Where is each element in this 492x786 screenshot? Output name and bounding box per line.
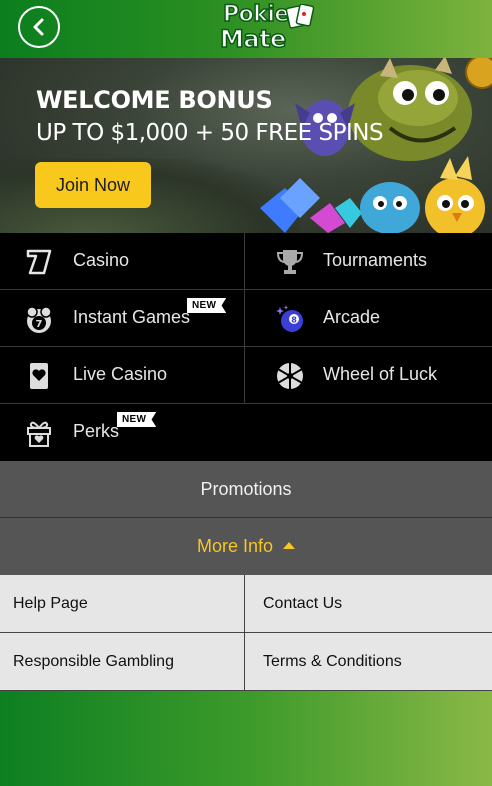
menu-item-casino[interactable]: Casino — [0, 233, 244, 290]
menu-item-perks[interactable]: Perks NEW — [0, 404, 244, 461]
menu-item-arcade[interactable]: 8 Arcade — [245, 290, 492, 347]
game-category-menu: Casino Tournaments 7 Instant Games NEW 8 — [0, 233, 492, 461]
terms-conditions-link[interactable]: Terms & Conditions — [250, 633, 492, 690]
menu-divider — [0, 289, 492, 290]
cards-logo-icon — [285, 4, 315, 29]
link-label: Help Page — [13, 594, 88, 612]
menu-item-tournaments[interactable]: Tournaments — [245, 233, 492, 290]
menu-item-instant-games[interactable]: 7 Instant Games NEW — [0, 290, 244, 347]
more-info-links: Help Page Contact Us Responsible Gamblin… — [0, 575, 492, 691]
eight-ball-icon: 8 — [276, 305, 303, 332]
top-bar: Pokie Mate — [0, 0, 492, 58]
lottery-ball-icon: 7 — [26, 306, 52, 333]
menu-divider — [0, 403, 492, 404]
more-info-toggle[interactable]: More Info — [0, 518, 492, 575]
menu-item-label: Wheel of Luck — [323, 364, 438, 384]
responsible-gambling-link[interactable]: Responsible Gambling — [0, 633, 244, 690]
logo-line2: Mate — [219, 25, 287, 53]
banner-subtitle: UP TO $1,000 + 50 FREE SPINS — [36, 120, 384, 146]
menu-item-label: Arcade — [323, 307, 381, 327]
join-now-button[interactable]: Join Now — [35, 162, 151, 208]
slot-seven-icon — [26, 249, 52, 275]
link-label: Responsible Gambling — [13, 652, 174, 670]
more-info-label: More Info — [196, 536, 274, 556]
menu-item-label: Tournaments — [323, 250, 428, 270]
menu-divider — [244, 233, 245, 403]
menu-item-label: Instant Games — [73, 307, 191, 327]
chevron-left-icon — [33, 18, 44, 36]
new-badge: NEW — [187, 298, 227, 313]
menu-divider — [0, 346, 492, 347]
pokiemate-logo[interactable]: Pokie Mate — [219, 2, 320, 54]
svg-text:7: 7 — [36, 319, 43, 330]
new-badge: NEW — [117, 412, 157, 427]
promotions-label: Promotions — [200, 478, 292, 499]
playing-card-icon — [30, 363, 48, 389]
footer-background — [0, 691, 492, 786]
banner-title: WELCOME BONUS — [36, 86, 273, 114]
link-label: Terms & Conditions — [263, 652, 402, 670]
help-page-link[interactable]: Help Page — [0, 575, 244, 632]
menu-item-live-casino[interactable]: Live Casino — [0, 347, 244, 404]
link-label: Contact Us — [263, 594, 343, 612]
gift-icon — [27, 421, 51, 447]
links-divider — [0, 632, 492, 633]
trophy-icon — [276, 250, 304, 274]
back-button[interactable] — [18, 6, 60, 48]
menu-item-wheel-of-luck[interactable]: Wheel of Luck — [245, 347, 492, 404]
welcome-bonus-banner[interactable]: WELCOME BONUS UP TO $1,000 + 50 FREE SPI… — [0, 58, 492, 233]
promotions-button[interactable]: Promotions — [0, 461, 492, 518]
svg-text:8: 8 — [291, 316, 297, 325]
links-divider — [244, 575, 245, 691]
wheel-icon — [277, 363, 303, 389]
menu-item-label: Live Casino — [73, 364, 168, 384]
logo-line1: Pokie — [222, 2, 290, 27]
menu-item-label: Perks — [73, 421, 120, 441]
contact-us-link[interactable]: Contact Us — [250, 575, 492, 632]
menu-item-label: Casino — [73, 250, 130, 270]
caret-up-icon — [283, 542, 296, 549]
